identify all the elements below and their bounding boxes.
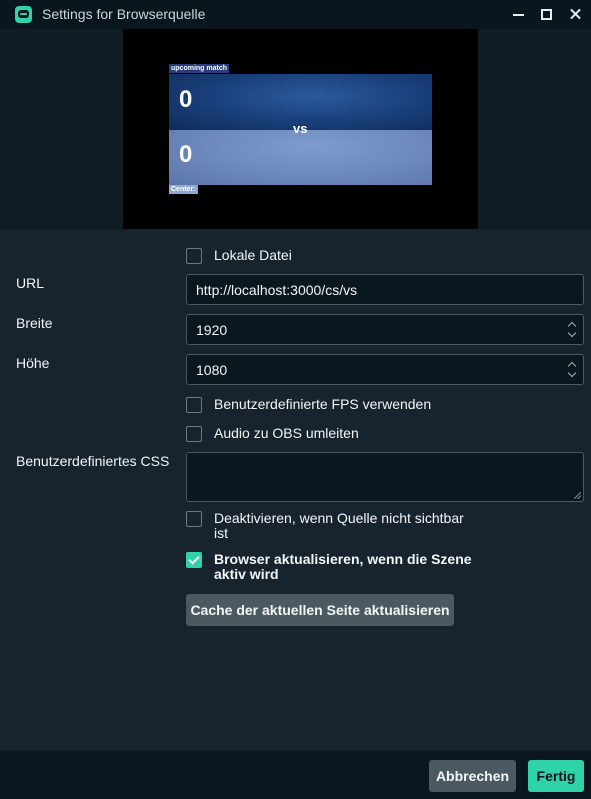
deactivate-hidden-label-line2: ist bbox=[214, 525, 228, 541]
deactivate-hidden-label-line1: Deaktivieren, wenn Quelle nicht sichtbar bbox=[214, 510, 464, 526]
deactivate-hidden-label[interactable]: Deaktivieren, wenn Quelle nicht sichtbar… bbox=[214, 511, 464, 541]
team-b-score: 0 bbox=[179, 141, 193, 168]
maximize-icon[interactable] bbox=[535, 3, 557, 25]
url-input[interactable]: http://localhost:3000/cs/vs bbox=[186, 274, 584, 305]
title-bar: Settings for Browserquelle bbox=[0, 0, 591, 29]
refresh-active-checkbox[interactable] bbox=[186, 552, 202, 568]
width-stepper-icon[interactable] bbox=[567, 320, 577, 340]
done-button[interactable]: Fertig bbox=[528, 760, 584, 792]
height-stepper-icon[interactable] bbox=[567, 360, 577, 380]
height-label: Höhe bbox=[16, 355, 50, 371]
cancel-button[interactable]: Abbrechen bbox=[429, 760, 516, 792]
url-label: URL bbox=[16, 275, 45, 291]
streamlabs-icon bbox=[15, 6, 32, 23]
preview-canvas: upcoming match 0 0 vs Center: bbox=[123, 29, 478, 229]
width-value: 1920 bbox=[196, 322, 228, 338]
custom-css-label: Benutzerdefiniertes CSS bbox=[16, 453, 170, 469]
custom-css-textarea[interactable] bbox=[186, 452, 584, 502]
scoreboard: 0 0 vs bbox=[169, 74, 432, 185]
refresh-cache-button[interactable]: Cache der aktuellen Seite aktualisieren bbox=[186, 594, 454, 626]
url-value: http://localhost:3000/cs/vs bbox=[196, 282, 358, 298]
center-tag: Center: bbox=[169, 185, 198, 194]
audio-obs-label[interactable]: Audio zu OBS umleiten bbox=[214, 426, 359, 441]
team-a-score: 0 bbox=[179, 86, 193, 113]
checkmark-icon bbox=[188, 553, 200, 565]
window-title: Settings for Browserquelle bbox=[42, 6, 206, 22]
local-file-checkbox[interactable] bbox=[186, 248, 202, 264]
width-label: Breite bbox=[16, 315, 53, 331]
upcoming-match-tag: upcoming match bbox=[169, 64, 230, 73]
custom-fps-checkbox[interactable] bbox=[186, 397, 202, 413]
resize-grip-icon[interactable] bbox=[574, 492, 581, 499]
close-icon[interactable] bbox=[564, 3, 586, 25]
refresh-active-label-line2: aktiv wird bbox=[214, 566, 279, 582]
audio-obs-checkbox[interactable] bbox=[186, 426, 202, 442]
vs-label: vs bbox=[293, 121, 308, 136]
deactivate-hidden-checkbox[interactable] bbox=[186, 511, 202, 527]
dialog-footer: Abbrechen Fertig bbox=[0, 751, 591, 799]
source-preview: upcoming match 0 0 vs Center: bbox=[0, 29, 591, 229]
local-file-label[interactable]: Lokale Datei bbox=[214, 248, 292, 263]
refresh-active-label[interactable]: Browser aktualisieren, wenn die Szene ak… bbox=[214, 552, 472, 582]
height-spinbox[interactable]: 1080 bbox=[186, 354, 584, 385]
height-value: 1080 bbox=[196, 362, 228, 378]
custom-fps-label[interactable]: Benutzerdefinierte FPS verwenden bbox=[214, 397, 431, 412]
team-b-panel bbox=[169, 130, 432, 185]
width-spinbox[interactable]: 1920 bbox=[186, 314, 584, 345]
refresh-active-label-line1: Browser aktualisieren, wenn die Szene bbox=[214, 551, 472, 567]
minimize-icon[interactable] bbox=[507, 3, 529, 25]
